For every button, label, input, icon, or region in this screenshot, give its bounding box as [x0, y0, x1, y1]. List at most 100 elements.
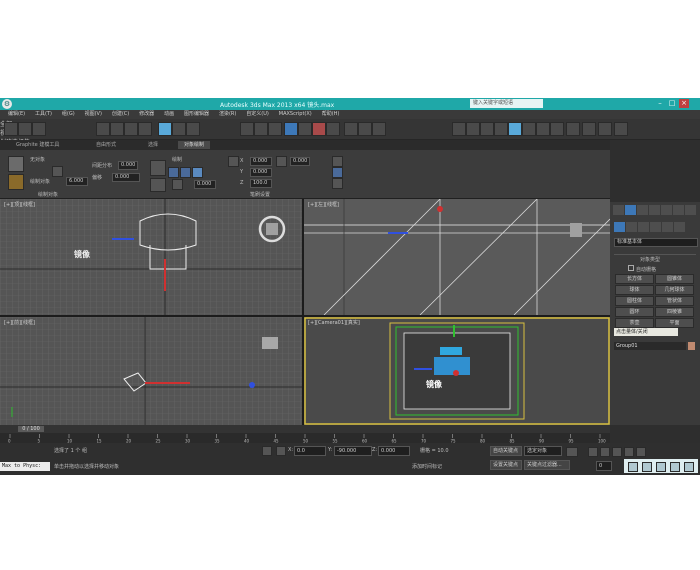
scale-lock-icon[interactable]: [332, 167, 343, 178]
link-icon[interactable]: [4, 122, 18, 136]
selected-dropdown[interactable]: 选定对象: [524, 446, 562, 456]
geometry-icon[interactable]: [614, 222, 625, 232]
key-mode-icon[interactable]: [566, 447, 578, 457]
select-move-icon[interactable]: [158, 122, 172, 136]
set-key-button[interactable]: 设置关键点: [490, 460, 522, 470]
zoom-icon[interactable]: [628, 462, 638, 472]
viewport-label-left[interactable]: [+][左][线框]: [308, 201, 339, 208]
teapot-button[interactable]: 茶壶: [615, 318, 654, 328]
render-production-icon[interactable]: [550, 122, 564, 136]
pyramid-button[interactable]: 四棱锥: [655, 307, 694, 317]
render-activeshade-icon[interactable]: [582, 122, 596, 136]
scale-icon[interactable]: [172, 179, 183, 190]
align-x-icon[interactable]: [168, 167, 179, 178]
viewport-front[interactable]: [+][前][线框]: [0, 317, 302, 425]
render-iterative-icon[interactable]: [566, 122, 580, 136]
ribbon-field-x[interactable]: 0.000: [250, 157, 272, 166]
rendered-frame-icon[interactable]: [536, 122, 550, 136]
ribbon-field-z[interactable]: 100.0: [250, 179, 272, 188]
cameras-icon[interactable]: [650, 222, 661, 232]
viewport-camera[interactable]: [+][Camera01][真实] 镜像: [304, 317, 610, 425]
schematic-view-icon[interactable]: [494, 122, 508, 136]
x-field[interactable]: 0.0: [294, 446, 326, 456]
rollout-object-type[interactable]: 对象类型: [640, 256, 660, 263]
cylinder-button[interactable]: 圆柱体: [615, 296, 654, 306]
prev-frame-icon[interactable]: [600, 447, 610, 457]
curve-editor-icon[interactable]: [480, 122, 494, 136]
render-setup-icon[interactable]: [522, 122, 536, 136]
tab-graphite[interactable]: Graphite 建模工具: [16, 141, 59, 149]
menu-maxscript[interactable]: MAXScript(X): [279, 110, 312, 119]
play-icon[interactable]: [612, 447, 622, 457]
timeline-ruler[interactable]: 0 5 10 15 20 25 30 35 40 45 50 55 60 65 70 75 80 85 90 95 10…: [0, 425, 610, 443]
menu-tools[interactable]: 工具(T): [35, 110, 52, 119]
percent-snap-icon[interactable]: [312, 122, 326, 136]
menu-views[interactable]: 视图(V): [85, 110, 102, 119]
window-crossing-icon[interactable]: [138, 122, 152, 136]
menu-customize[interactable]: 自定义(U): [246, 110, 269, 119]
ribbon-field-offset[interactable]: 0.000: [112, 173, 140, 182]
align-y-icon[interactable]: [180, 167, 191, 178]
a360-icon[interactable]: [614, 122, 628, 136]
helpers-icon[interactable]: [662, 222, 673, 232]
hierarchy-tab-icon[interactable]: [637, 205, 648, 215]
cancel-icon[interactable]: [150, 178, 166, 192]
goto-start-icon[interactable]: [588, 447, 598, 457]
y-field[interactable]: -90.000: [334, 446, 372, 456]
paint-brush-icon[interactable]: [8, 156, 24, 172]
ribbon-field-y[interactable]: 0.000: [250, 168, 272, 177]
menu-rendering[interactable]: 渲染(R): [219, 110, 236, 119]
ribbon-field-1[interactable]: 6.000: [66, 177, 88, 186]
viewport-top[interactable]: [+][顶][线框] 镜像: [0, 199, 302, 315]
box-button[interactable]: 长方体: [615, 274, 654, 284]
layer-manager-icon[interactable]: [452, 122, 466, 136]
max-logo-icon[interactable]: ⚙: [2, 99, 12, 109]
keyboard-shortcut-icon[interactable]: [268, 122, 282, 136]
z-field[interactable]: 0.000: [378, 446, 410, 456]
select-object-icon[interactable]: [96, 122, 110, 136]
x-rot-icon[interactable]: [276, 156, 287, 167]
rect-selection-icon[interactable]: [124, 122, 138, 136]
fill-icon[interactable]: [52, 166, 63, 177]
maximize-icon[interactable]: □: [667, 99, 677, 108]
geosphere-button[interactable]: 几何球体: [655, 285, 694, 295]
orbit-icon[interactable]: [670, 462, 680, 472]
current-time-field[interactable]: 0: [596, 461, 612, 471]
random-icon[interactable]: [332, 178, 343, 189]
graphite-toggle-icon[interactable]: [466, 122, 480, 136]
tab-freeform[interactable]: 自由形式: [96, 141, 116, 149]
goto-end-icon[interactable]: [636, 447, 646, 457]
plane-button[interactable]: 平面: [655, 318, 694, 328]
align-z-icon[interactable]: [192, 167, 203, 178]
maximize-viewport-icon[interactable]: [684, 462, 694, 472]
pan-icon[interactable]: [656, 462, 666, 472]
spacewarps-icon[interactable]: [674, 222, 685, 232]
viewport-label-top[interactable]: [+][顶][线框]: [4, 201, 35, 208]
close-icon[interactable]: ×: [679, 99, 689, 108]
modify-tab-icon[interactable]: [625, 205, 636, 215]
lock-icon[interactable]: [332, 156, 343, 167]
menu-modifiers[interactable]: 修改器: [139, 110, 154, 119]
menu-create[interactable]: 创建(C): [112, 110, 129, 119]
minimize-icon[interactable]: –: [655, 99, 665, 108]
manipulate-icon[interactable]: [254, 122, 268, 136]
ribbon-field-rot-x[interactable]: 0.000: [290, 157, 310, 166]
menu-graph-editors[interactable]: 图形编辑器: [184, 110, 209, 119]
menu-animation[interactable]: 动画: [164, 110, 174, 119]
torus-button[interactable]: 圆环: [615, 307, 654, 317]
spinner-snap-icon[interactable]: [326, 122, 340, 136]
render-cloud-icon[interactable]: [598, 122, 612, 136]
search-input[interactable]: 键入关键字或短语: [470, 99, 543, 108]
add-time-tag[interactable]: 添加时间标记: [412, 463, 442, 470]
sphere-button[interactable]: 球体: [615, 285, 654, 295]
zoom-all-icon[interactable]: [642, 462, 652, 472]
material-editor-icon[interactable]: [508, 122, 522, 136]
check-icon[interactable]: [150, 160, 166, 176]
align-icon[interactable]: [372, 122, 386, 136]
cone-button[interactable]: 圆锥体: [655, 274, 694, 284]
create-tab-icon[interactable]: [613, 205, 624, 215]
autogrid-checkbox[interactable]: 自动栅格: [628, 265, 656, 273]
ribbon-field-spacing[interactable]: 0.000: [118, 161, 138, 170]
pivot-center-icon[interactable]: [240, 122, 254, 136]
tab-object-paint[interactable]: 对象绘制: [178, 141, 211, 149]
